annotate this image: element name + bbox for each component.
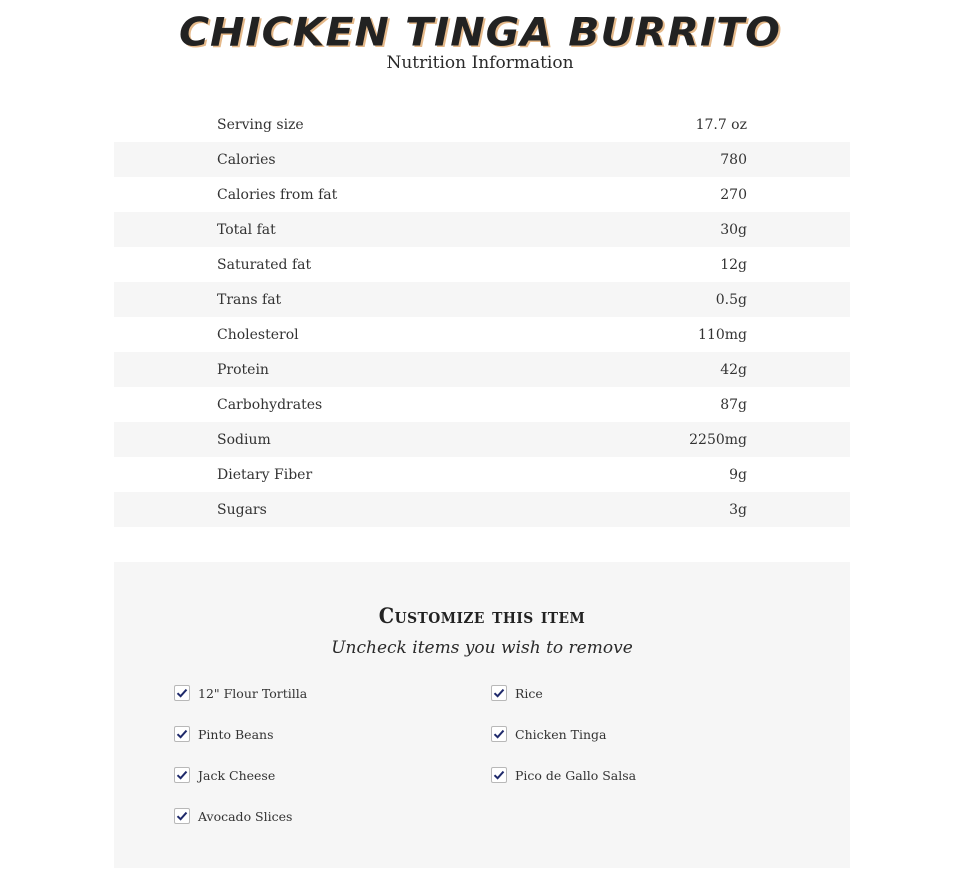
option-label: Jack Cheese	[198, 767, 276, 783]
option-label: Chicken Tinga	[515, 726, 607, 742]
nutrition-label: Trans fat	[217, 291, 282, 308]
checkmark-icon	[176, 770, 188, 780]
option-avocado-slices[interactable]: Avocado Slices	[174, 806, 292, 826]
nutrition-row: Calories 780	[114, 142, 850, 177]
nutrition-value: 780	[720, 151, 747, 168]
nutrition-row: Saturated fat 12g	[114, 247, 850, 282]
nutrition-label: Sodium	[217, 431, 271, 448]
nutrition-row: Sugars 3g	[114, 492, 850, 527]
nutrition-label: Dietary Fiber	[217, 466, 313, 483]
nutrition-row: Carbohydrates 87g	[114, 387, 850, 422]
page-header: CHICKEN TINGA BURRITO Nutrition Informat…	[0, 6, 960, 74]
nutrition-label: Cholesterol	[217, 326, 299, 343]
checkmark-icon	[176, 729, 188, 739]
checkbox[interactable]	[174, 685, 190, 701]
nutrition-label: Calories	[217, 151, 276, 168]
option-label: Avocado Slices	[198, 808, 293, 824]
option-label: Pinto Beans	[198, 726, 274, 742]
checkbox[interactable]	[174, 726, 190, 742]
nutrition-row: Serving size 17.7 oz	[114, 107, 850, 142]
nutrition-row: Total fat 30g	[114, 212, 850, 247]
nutrition-value: 2250mg	[689, 431, 747, 448]
checkbox[interactable]	[174, 808, 190, 824]
nutrition-row: Protein 42g	[114, 352, 850, 387]
checkmark-icon	[493, 770, 505, 780]
customize-subtitle: Uncheck items you wish to remove	[331, 638, 633, 658]
option-jack-cheese[interactable]: Jack Cheese	[174, 765, 275, 785]
nutrition-value: 12g	[720, 256, 747, 273]
checkbox[interactable]	[491, 726, 507, 742]
checkbox[interactable]	[491, 685, 507, 701]
nutrition-value: 110mg	[698, 326, 747, 343]
option-rice[interactable]: Rice	[491, 683, 543, 703]
customize-title: Customize this item	[378, 603, 586, 628]
nutrition-row: Sodium 2250mg	[114, 422, 850, 457]
nutrition-table: Serving size 17.7 oz Calories 780 Calori…	[114, 107, 850, 527]
nutrition-value: 87g	[720, 396, 747, 413]
checkmark-icon	[493, 688, 505, 698]
checkbox[interactable]	[174, 767, 190, 783]
nutrition-row: Cholesterol 110mg	[114, 317, 850, 352]
option-label: 12" Flour Tortilla	[198, 685, 308, 701]
nutrition-row: Calories from fat 270	[114, 177, 850, 212]
option-flour-tortilla[interactable]: 12" Flour Tortilla	[174, 683, 307, 703]
option-label: Pico de Gallo Salsa	[515, 767, 637, 783]
option-pico-de-gallo[interactable]: Pico de Gallo Salsa	[491, 765, 636, 785]
nutrition-value: 270	[720, 186, 747, 203]
nutrition-value: 17.7 oz	[695, 116, 747, 133]
checkmark-icon	[176, 811, 188, 821]
nutrition-label: Calories from fat	[217, 186, 338, 203]
nutrition-label: Sugars	[217, 501, 267, 518]
nutrition-value: 0.5g	[715, 291, 747, 308]
option-pinto-beans[interactable]: Pinto Beans	[174, 724, 273, 744]
nutrition-value: 30g	[720, 221, 747, 238]
option-chicken-tinga[interactable]: Chicken Tinga	[491, 724, 606, 744]
nutrition-label: Serving size	[217, 116, 304, 133]
checkmark-icon	[176, 688, 188, 698]
nutrition-label: Protein	[217, 361, 269, 378]
nutrition-label: Total fat	[217, 221, 276, 238]
page-title: CHICKEN TINGA BURRITO	[178, 9, 782, 55]
nutrition-value: 9g	[729, 466, 747, 483]
checkmark-icon	[493, 729, 505, 739]
option-label: Rice	[515, 685, 543, 701]
checkbox[interactable]	[491, 767, 507, 783]
nutrition-value: 42g	[720, 361, 747, 378]
nutrition-row: Trans fat 0.5g	[114, 282, 850, 317]
nutrition-row: Dietary Fiber 9g	[114, 457, 850, 492]
nutrition-label: Carbohydrates	[217, 396, 323, 413]
nutrition-value: 3g	[729, 501, 747, 518]
nutrition-label: Saturated fat	[217, 256, 312, 273]
customize-panel: Customize this item Uncheck items you wi…	[114, 562, 850, 868]
